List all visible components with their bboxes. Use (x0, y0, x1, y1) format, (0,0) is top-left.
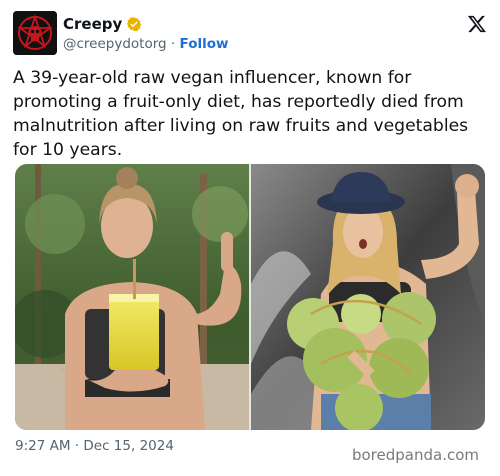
post-text: A 39-year-old raw vegan influencer, know… (13, 68, 469, 160)
avatar[interactable] (13, 11, 57, 55)
handle-separator: · (170, 36, 176, 52)
follow-button[interactable]: Follow (180, 36, 229, 52)
x-logo-icon[interactable] (467, 14, 487, 34)
post-date: Dec 15, 2024 (83, 438, 174, 454)
post-timestamp[interactable]: 9:27 AM · Dec 15, 2024 (15, 438, 174, 454)
photo-woman-with-coconuts[interactable] (251, 164, 485, 430)
verified-badge-icon (127, 16, 142, 31)
media-grid[interactable] (15, 164, 485, 430)
timestamp-separator: · (74, 438, 80, 454)
pentagram-skull-icon (13, 11, 57, 55)
watermark: boredpanda.com (351, 446, 479, 464)
post-header: Creepy @creepydotorg · Follow (13, 11, 489, 55)
photo-woman-with-juice[interactable] (15, 164, 249, 430)
handle[interactable]: @creepydotorg (63, 36, 167, 52)
display-name[interactable]: Creepy (63, 15, 122, 33)
post-time: 9:27 AM (15, 438, 71, 454)
